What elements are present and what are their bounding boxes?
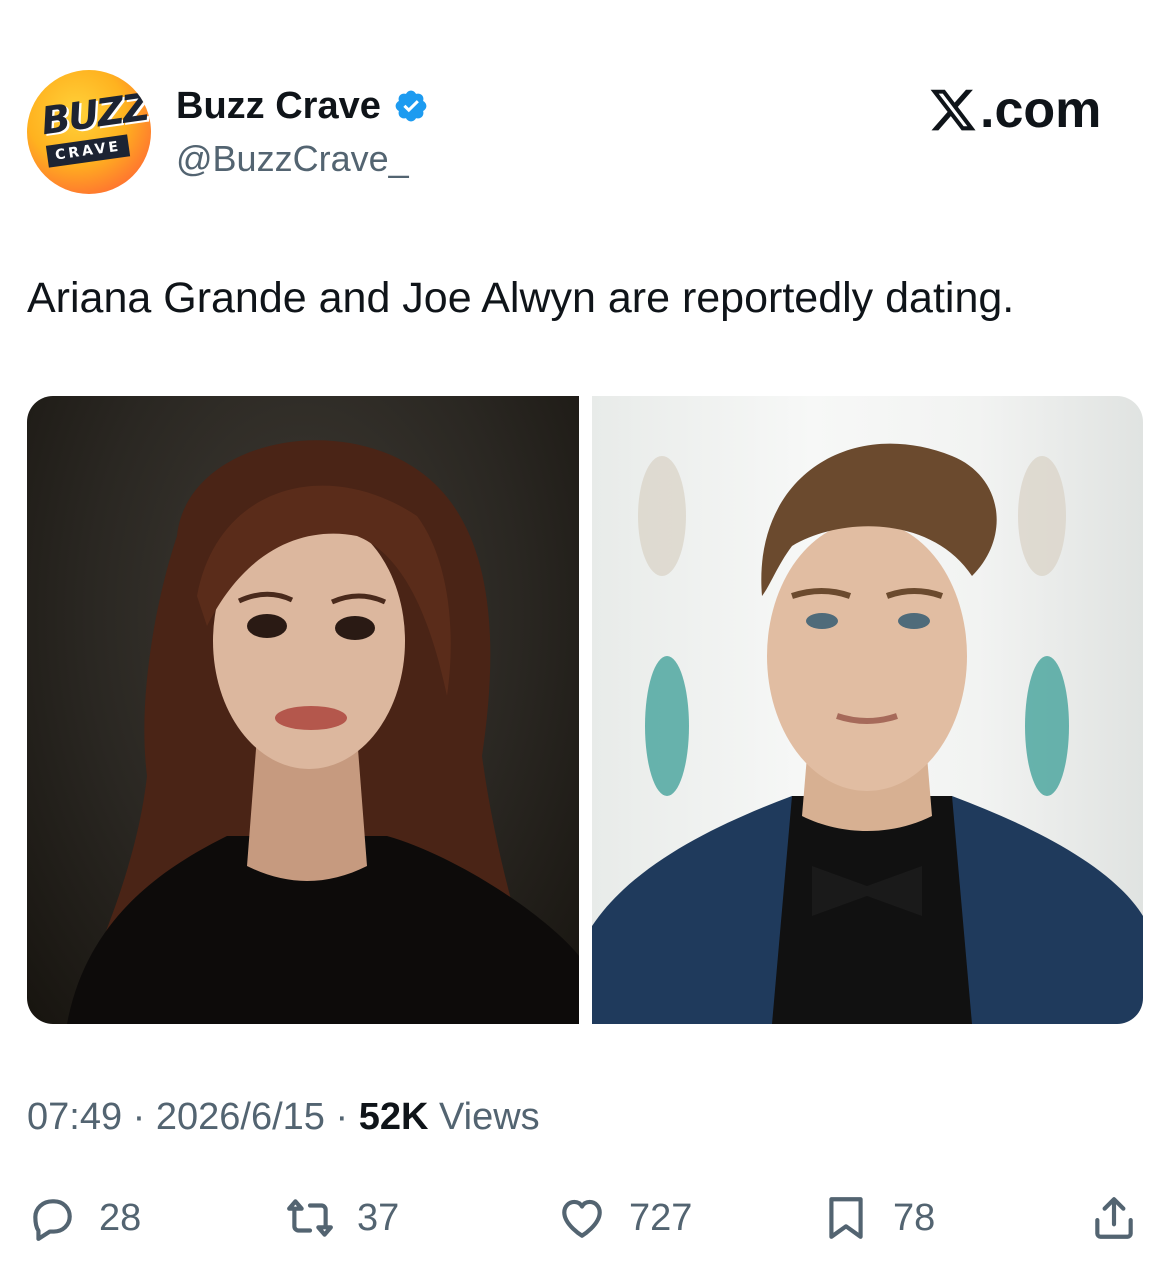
- retweet-icon: [287, 1199, 333, 1237]
- author-display-name[interactable]: Buzz Crave: [176, 84, 429, 128]
- reply-button[interactable]: 28: [27, 1186, 141, 1250]
- site-logo: .com: [928, 80, 1101, 140]
- bookmark-count: 78: [893, 1196, 936, 1239]
- photo-woman-portrait: [67, 440, 579, 1024]
- meta-separator: ·: [324, 1096, 359, 1138]
- verified-badge-icon: [395, 90, 427, 122]
- tweet-image-right[interactable]: [592, 396, 1143, 1024]
- site-domain-text: .com: [980, 81, 1102, 139]
- x-logo-icon: [930, 89, 976, 131]
- views-count: 52K: [358, 1096, 429, 1138]
- author-handle[interactable]: @BuzzCrave_: [176, 137, 409, 181]
- like-count: 727: [629, 1196, 693, 1239]
- avatar[interactable]: BUZZ CRAVE: [27, 70, 151, 194]
- retweet-button[interactable]: 37: [285, 1186, 399, 1250]
- like-button[interactable]: 727: [557, 1186, 692, 1250]
- avatar-logo-text: BUZZ: [38, 84, 151, 144]
- share-icon: [1095, 1197, 1133, 1239]
- author-name-text: Buzz Crave: [176, 85, 381, 127]
- meta-separator: ·: [122, 1096, 156, 1138]
- reply-count: 28: [99, 1196, 142, 1239]
- tweet-text: Ariana Grande and Joe Alwyn are reported…: [27, 274, 1015, 322]
- tweet-date[interactable]: 2026/6/15: [156, 1092, 325, 1142]
- bookmark-button[interactable]: 78: [821, 1186, 935, 1250]
- tweet-time[interactable]: 07:49: [27, 1092, 122, 1142]
- reply-icon: [33, 1199, 72, 1241]
- tweet-meta: 07:49 · 2026/6/15 · 52K Views: [27, 1092, 540, 1142]
- action-bar: 28 37 727 78: [27, 1186, 1142, 1250]
- views-label: Views: [428, 1096, 540, 1138]
- retweet-count: 37: [357, 1196, 400, 1239]
- bookmark-icon: [829, 1197, 863, 1239]
- heart-icon: [562, 1199, 602, 1238]
- photo-man-portrait: [592, 443, 1143, 1024]
- tweet-image-left[interactable]: [27, 396, 579, 1024]
- share-button[interactable]: [1089, 1186, 1139, 1250]
